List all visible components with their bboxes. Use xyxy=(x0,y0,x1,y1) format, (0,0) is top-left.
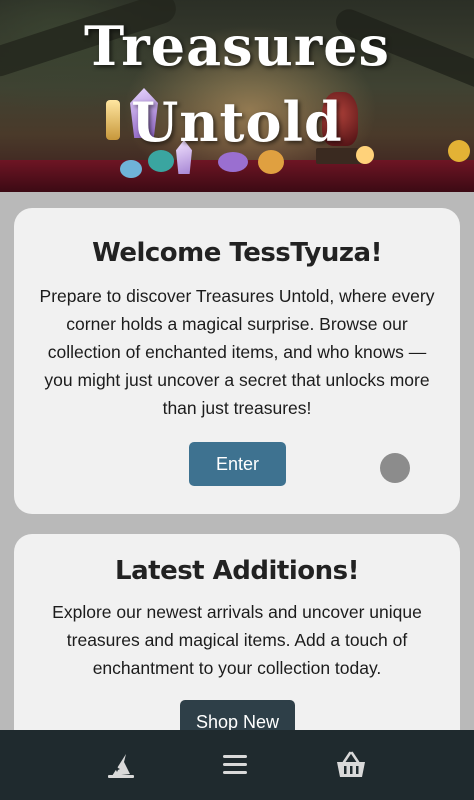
basket-icon[interactable] xyxy=(334,748,368,782)
gem-image xyxy=(120,160,142,178)
menu-icon[interactable] xyxy=(218,748,252,782)
title-line-1: Treasures xyxy=(84,14,390,78)
enter-button[interactable]: Enter xyxy=(189,442,286,486)
floating-toggle-button[interactable] xyxy=(380,453,410,483)
welcome-text: Prepare to discover Treasures Untold, wh… xyxy=(39,286,435,418)
page-title: Treasures Untold xyxy=(0,8,474,160)
bottom-navbar xyxy=(0,730,474,800)
title-line-2: Untold xyxy=(131,90,343,154)
wizard-hat-icon[interactable] xyxy=(104,748,138,782)
welcome-heading: Welcome TessTyuza! xyxy=(92,238,382,268)
latest-text: Explore our newest arrivals and uncover … xyxy=(52,602,422,678)
hero-banner: Treasures Untold xyxy=(0,0,474,192)
latest-heading: Latest Additions! xyxy=(115,556,359,586)
